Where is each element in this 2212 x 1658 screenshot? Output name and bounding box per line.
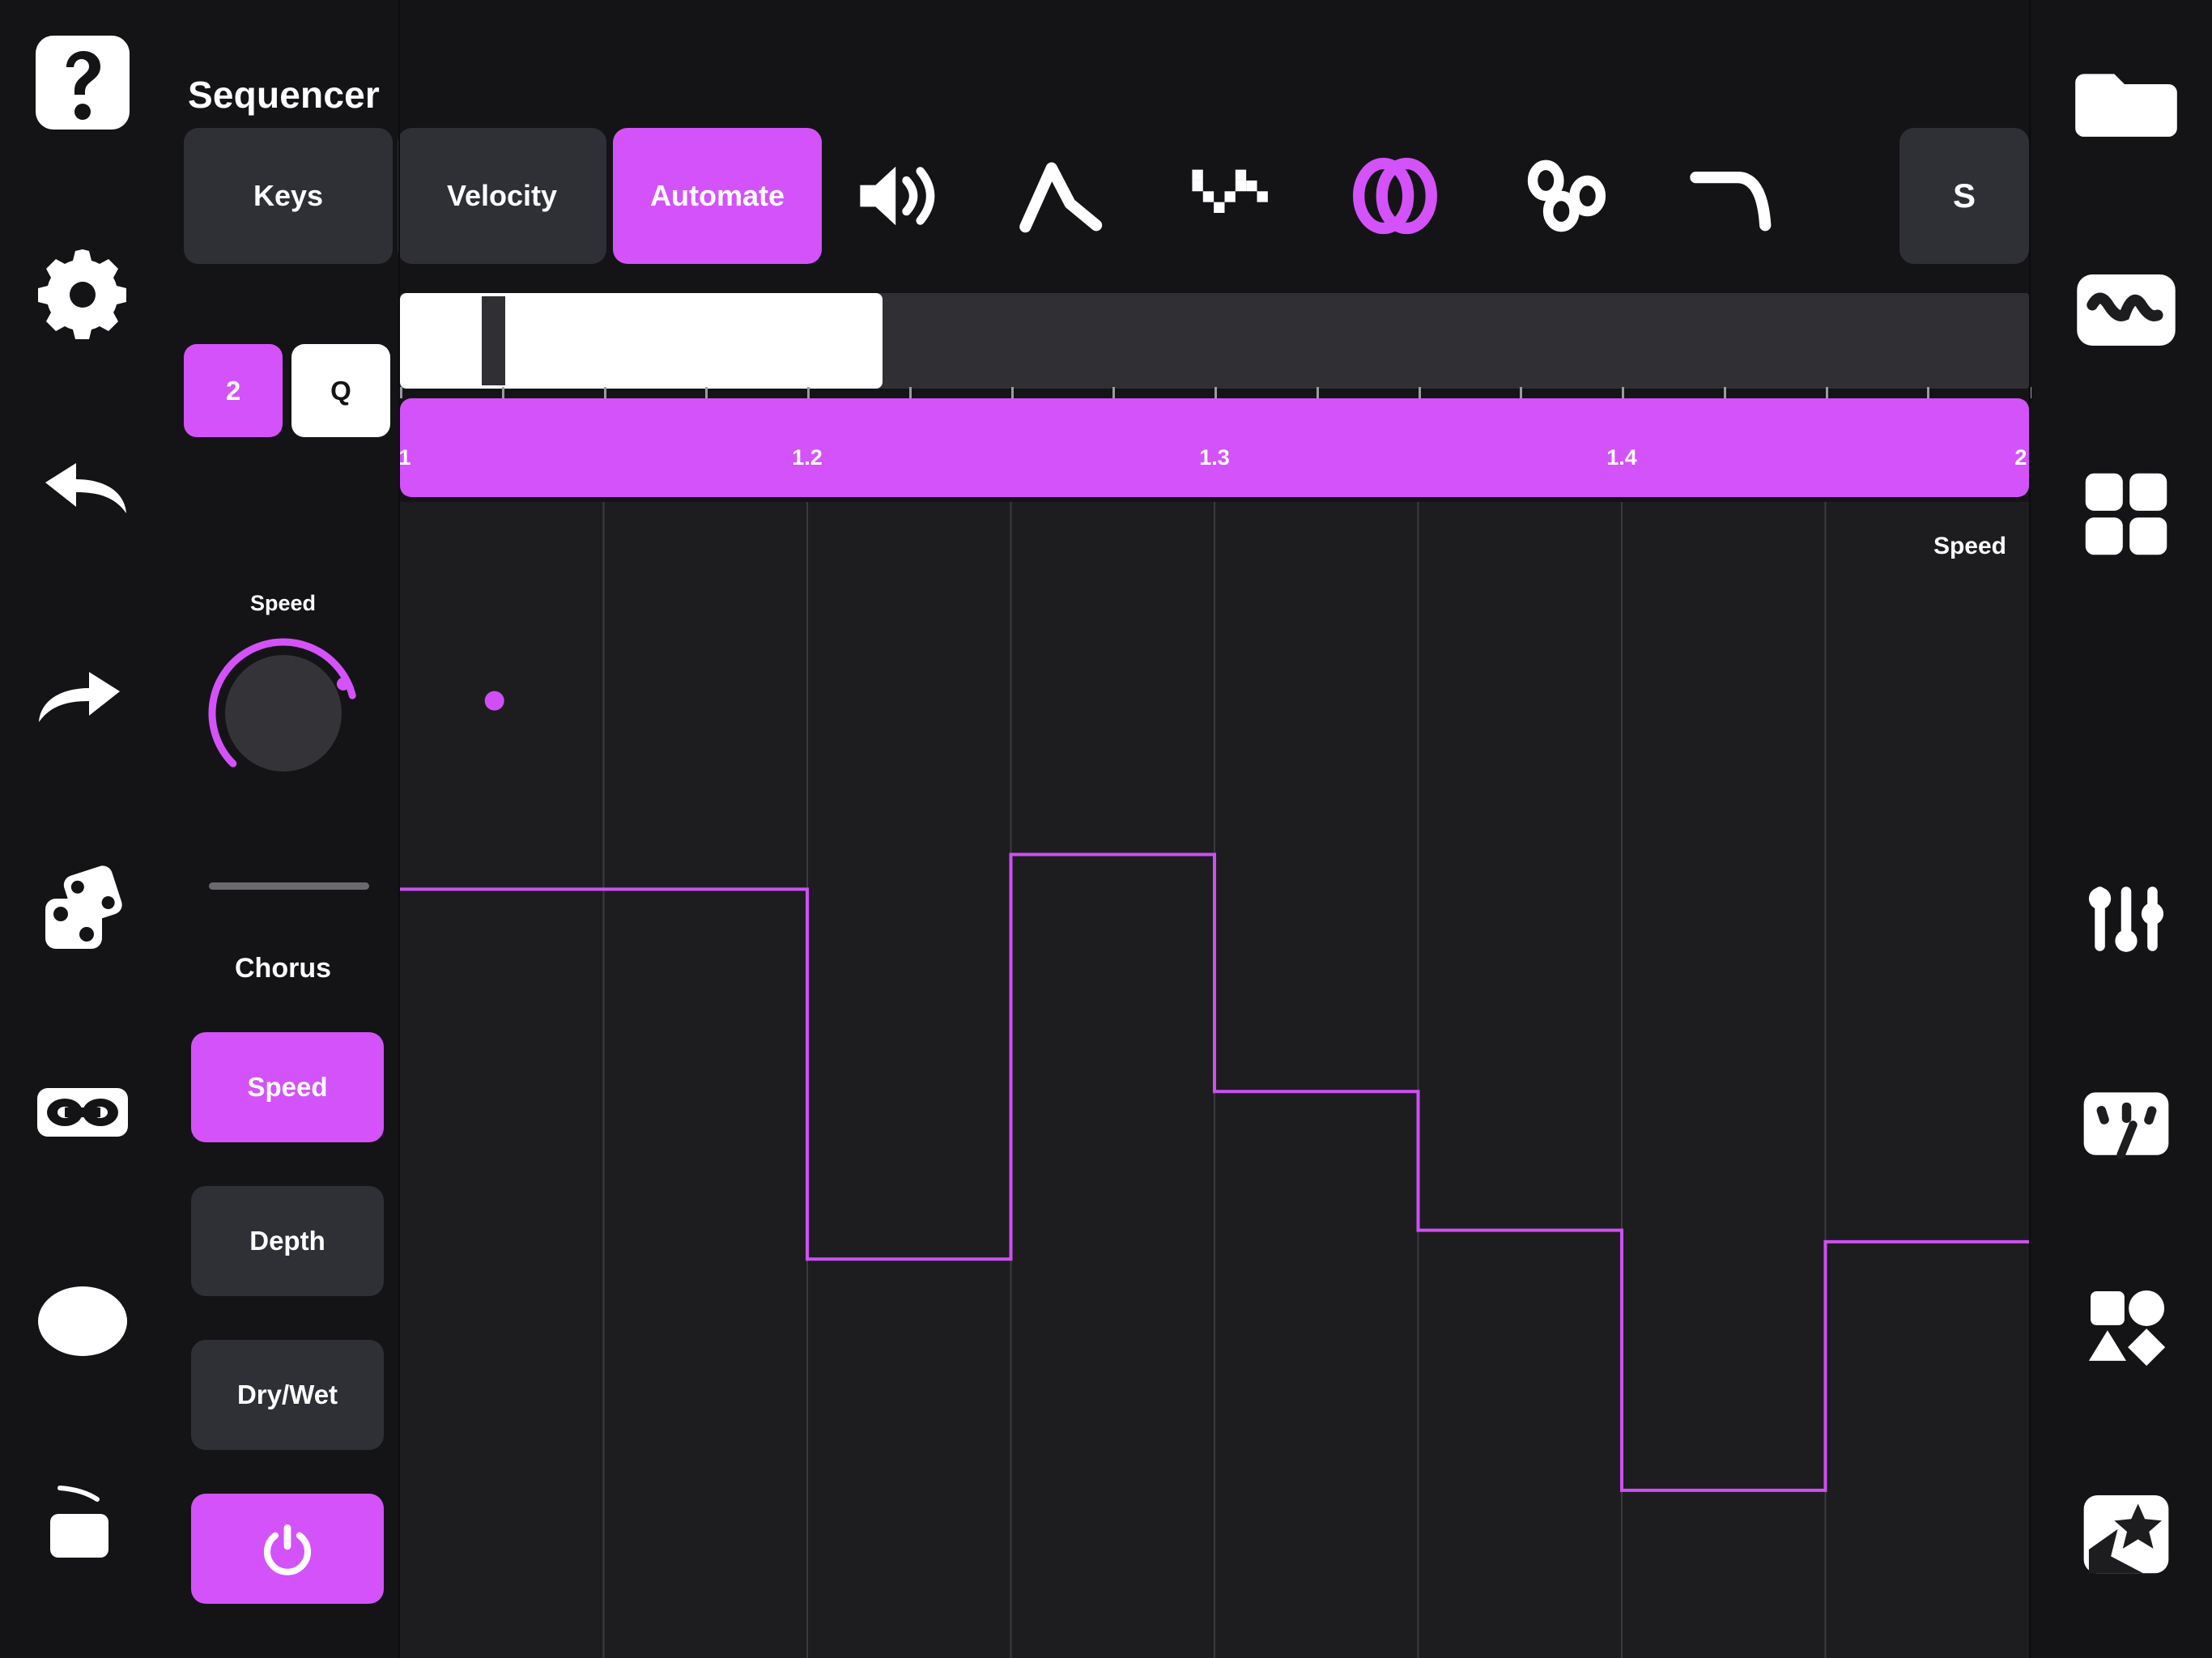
- quantize-button[interactable]: Q: [291, 344, 390, 437]
- panel-drag-handle[interactable]: [209, 882, 369, 890]
- timeline-overview-scrollbar[interactable]: [400, 293, 2029, 389]
- dice-icon: [45, 865, 122, 949]
- undo-button[interactable]: [31, 447, 134, 551]
- gear-icon: [38, 249, 126, 339]
- waveform-icon: [2077, 274, 2176, 346]
- power-icon: [264, 1524, 311, 1575]
- stop-button[interactable]: [31, 1473, 134, 1577]
- tab-automate[interactable]: Automate: [613, 128, 822, 264]
- effect-name: Chorus: [235, 953, 331, 984]
- automation-editor[interactable]: Speed: [400, 502, 2029, 1658]
- envelope-button[interactable]: [996, 128, 1132, 264]
- settings-button[interactable]: [31, 236, 134, 340]
- param-speed-button[interactable]: Speed: [191, 1032, 384, 1142]
- speed-knob[interactable]: [202, 627, 364, 789]
- randomize-button[interactable]: [31, 857, 134, 960]
- ruler-tick: [1418, 387, 1421, 398]
- automation-control-point[interactable]: [484, 691, 504, 711]
- pattern-select-button[interactable]: 2: [184, 344, 283, 437]
- param-depth-button[interactable]: Depth: [191, 1186, 384, 1296]
- envelope-icon: [1019, 162, 1103, 233]
- automation-curve-svg: [400, 502, 2029, 1658]
- volume-icon: [860, 166, 935, 226]
- grid-icon: [2085, 473, 2167, 555]
- reverb-icon: [1527, 159, 1606, 232]
- effect-power-button[interactable]: [191, 1494, 384, 1604]
- bar-label: 1: [400, 445, 411, 470]
- right-toolbar: [2046, 0, 2212, 1658]
- ruler-tick: [1723, 387, 1726, 398]
- undo-icon: [45, 463, 126, 513]
- pads-button[interactable]: [2072, 460, 2180, 568]
- ruler-tick: [501, 387, 504, 398]
- lfo-step-icon: [1192, 169, 1268, 213]
- chorus-button[interactable]: [1326, 128, 1462, 264]
- lfo-step-button[interactable]: [1164, 128, 1300, 264]
- star-fx-icon: [2083, 1494, 2169, 1574]
- ruler-tick: [807, 387, 810, 398]
- redo-button[interactable]: [31, 656, 134, 759]
- shapes-icon: [2088, 1290, 2166, 1367]
- bar-label: 1.4: [1606, 445, 1637, 470]
- record-button[interactable]: [31, 1269, 134, 1373]
- tape-icon: [37, 1088, 128, 1137]
- ruler-tick: [1825, 387, 1828, 398]
- page-title: Sequencer: [188, 74, 381, 116]
- ruler-tick: [1622, 387, 1624, 398]
- help-icon: [36, 36, 130, 130]
- ruler-tick: [400, 387, 402, 398]
- ruler-tick: [1112, 387, 1116, 398]
- ruler-ticks: [400, 387, 2031, 398]
- help-button[interactable]: [31, 31, 134, 134]
- speed-knob-dial: [208, 638, 356, 772]
- ruler-tick: [705, 387, 708, 398]
- knob-label: Speed: [249, 591, 317, 615]
- folder-icon: [2075, 74, 2177, 137]
- ruler-tick: [908, 387, 912, 398]
- filter-curve-icon: [1690, 171, 1772, 232]
- ruler-tick: [1520, 387, 1523, 398]
- overview-thumb[interactable]: [400, 293, 883, 389]
- shapes-button[interactable]: [2072, 1273, 2180, 1381]
- record-icon: [38, 1286, 127, 1356]
- timeline-bar-ruler[interactable]: 1 1.2 1.3 1.4 2: [400, 398, 2029, 497]
- param-drywet-button[interactable]: Dry/Wet: [191, 1340, 384, 1450]
- ruler-tick: [1214, 387, 1217, 398]
- ruler-tick: [1316, 387, 1319, 398]
- effects-button[interactable]: [2072, 1478, 2180, 1587]
- bar-label: 2: [2014, 445, 2027, 470]
- filter-curve-button[interactable]: [1668, 128, 1804, 264]
- bar-label: 1.3: [1199, 445, 1230, 470]
- tab-velocity[interactable]: Velocity: [398, 128, 606, 264]
- tab-keys[interactable]: Keys: [184, 128, 393, 264]
- browser-button[interactable]: [2072, 49, 2180, 157]
- solo-button[interactable]: S: [1899, 128, 2029, 264]
- tape-button[interactable]: [31, 1061, 134, 1164]
- stop-icon: [50, 1486, 108, 1558]
- playhead-marker: [481, 296, 505, 385]
- automation-lane-label: Speed: [1933, 533, 2006, 559]
- synth-button[interactable]: [2072, 256, 2180, 364]
- bar-label: 1.2: [792, 445, 823, 470]
- meter-button[interactable]: [2072, 1069, 2180, 1177]
- ruler-tick: [1927, 387, 1930, 398]
- reverb-button[interactable]: [1498, 128, 1634, 264]
- sequencer-app: Sequencer Keys Velocity Automate S 2 Q S…: [0, 0, 2212, 1658]
- chorus-icon: [1353, 157, 1437, 235]
- gauge-icon: [2083, 1092, 2169, 1159]
- left-divider: [398, 0, 400, 1658]
- ruler-tick: [603, 387, 606, 398]
- left-toolbar: [0, 0, 166, 1658]
- mixer-button[interactable]: [2072, 865, 2180, 973]
- volume-button[interactable]: [831, 128, 967, 264]
- redo-icon: [39, 672, 120, 722]
- right-divider: [2029, 0, 2031, 1658]
- ruler-tick: [1010, 387, 1014, 398]
- sliders-icon: [2088, 886, 2164, 952]
